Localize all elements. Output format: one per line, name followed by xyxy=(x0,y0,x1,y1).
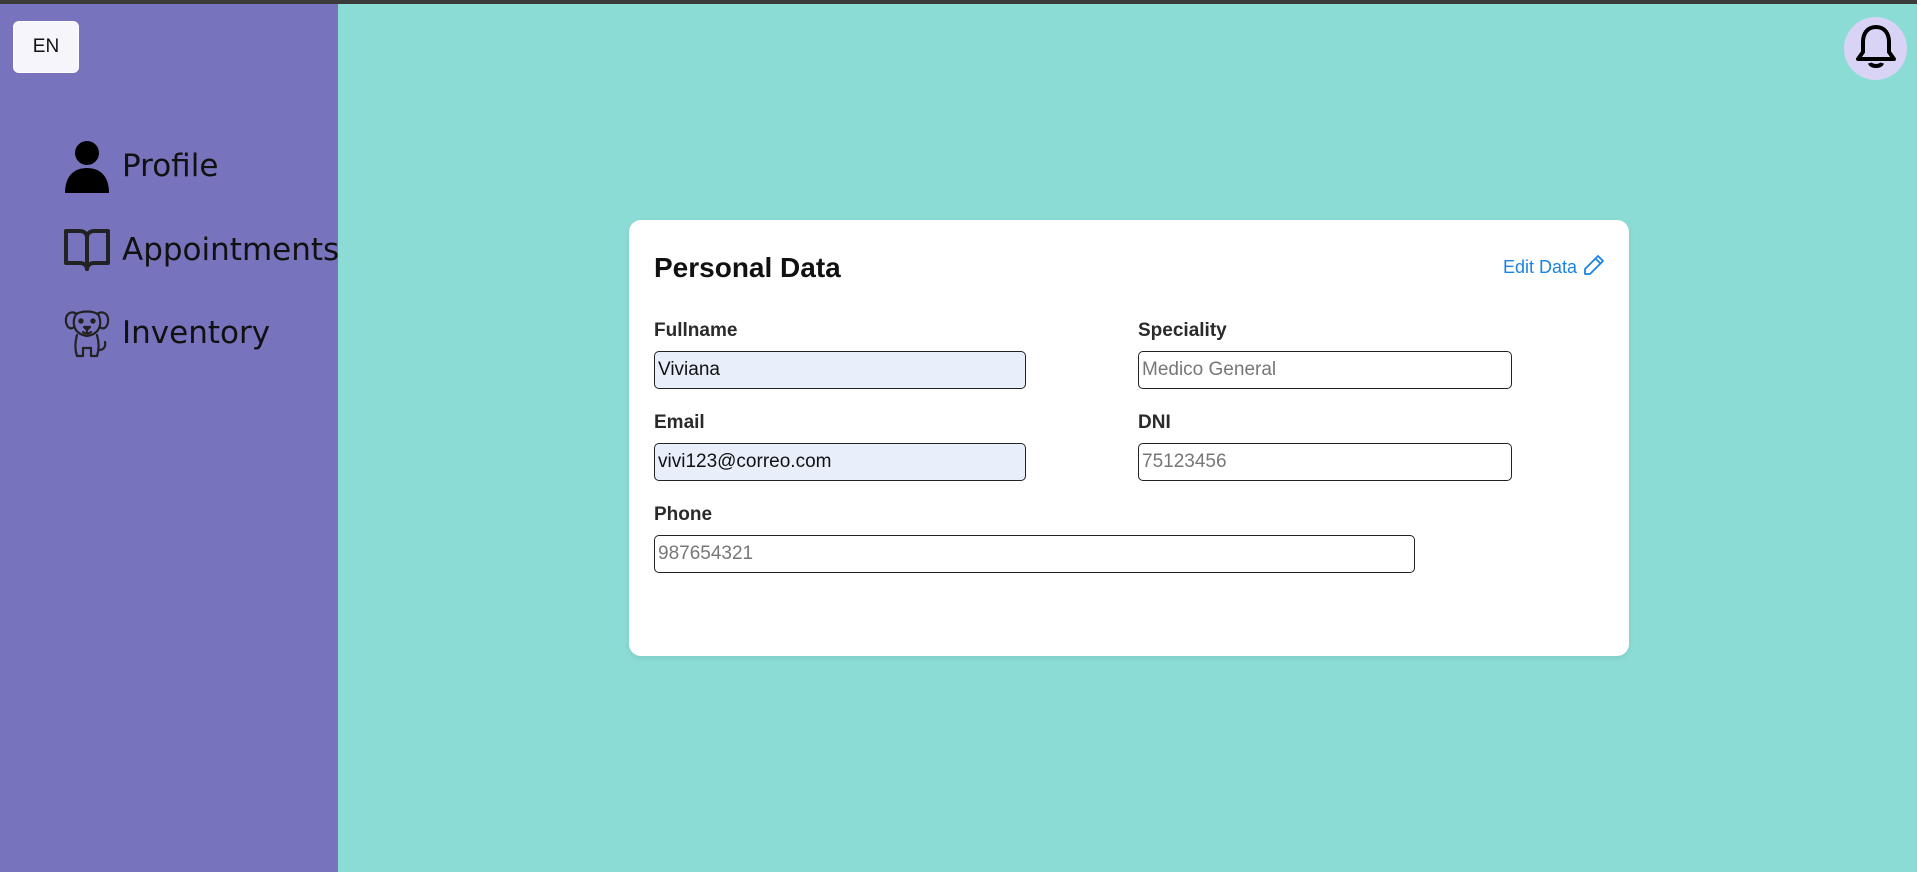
card-title: Personal Data xyxy=(654,252,841,283)
edit-data-label: Edit Data xyxy=(1502,257,1577,277)
sidebar: EN Profile Appointments Inventory xyxy=(0,4,339,872)
sidebar-item-appointments[interactable]: Appointments xyxy=(62,222,339,278)
speciality-label: Speciality xyxy=(1138,320,1227,341)
user-icon xyxy=(62,138,112,194)
language-switch-button[interactable]: EN xyxy=(13,21,79,73)
fullname-input[interactable] xyxy=(654,351,1026,389)
notifications-button[interactable] xyxy=(1844,17,1907,80)
dog-icon xyxy=(62,305,112,361)
phone-input[interactable] xyxy=(654,535,1415,573)
window-top-border xyxy=(0,0,1917,4)
sidebar-item-label: Inventory xyxy=(122,315,271,351)
email-input[interactable] xyxy=(654,443,1026,481)
sidebar-item-label: Appointments xyxy=(122,232,340,268)
speciality-input[interactable] xyxy=(1138,351,1512,389)
bell-icon xyxy=(1854,22,1898,75)
sidebar-item-inventory[interactable]: Inventory xyxy=(62,305,270,361)
dni-input[interactable] xyxy=(1138,443,1512,481)
pencil-icon xyxy=(1577,254,1605,281)
dni-label: DNI xyxy=(1138,412,1171,433)
fullname-label: Fullname xyxy=(654,320,738,341)
language-label: EN xyxy=(32,36,60,57)
sidebar-item-label: Profile xyxy=(122,148,219,184)
personal-data-card: Personal Data Edit Data Fullname Special… xyxy=(629,220,1629,656)
phone-label: Phone xyxy=(654,504,713,525)
email-label: Email xyxy=(654,412,705,433)
edit-data-link[interactable]: Edit Data xyxy=(1503,254,1605,281)
sidebar-item-profile[interactable]: Profile xyxy=(62,138,218,194)
book-icon xyxy=(62,222,112,278)
